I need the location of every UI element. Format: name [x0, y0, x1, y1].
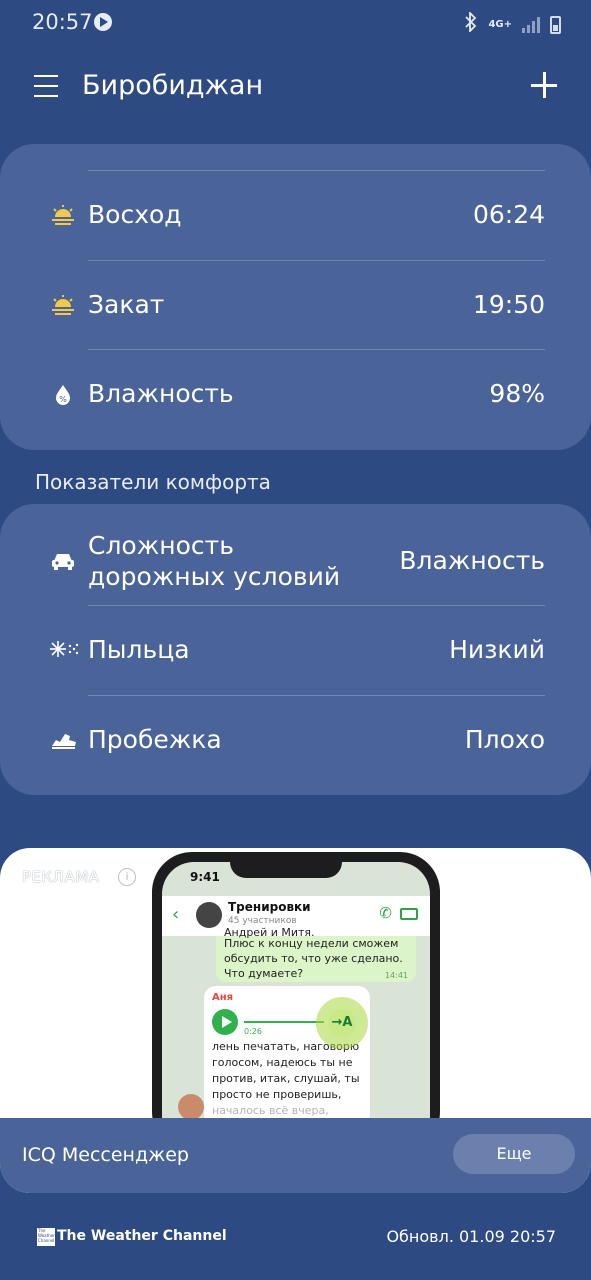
- detail-value: 19:50: [472, 290, 545, 319]
- humidity-drop-icon: %: [50, 382, 76, 408]
- detail-label: Восход: [88, 200, 182, 229]
- detail-value: 06:24: [472, 200, 545, 229]
- ad-transcript-line: против, итак, слушай, ты: [212, 1072, 360, 1085]
- comfort-value: Влажность: [399, 546, 545, 575]
- network-type-label: 4G+: [488, 18, 512, 30]
- detail-label: Закат: [88, 290, 165, 319]
- waveform: [244, 1021, 324, 1023]
- comfort-card: Сложность дорожных условий Влажность Пыл: [0, 504, 591, 795]
- ad-bubble-time: 14:41: [384, 971, 408, 980]
- avatar: [178, 1094, 204, 1120]
- comfort-label-line: Сложность: [88, 531, 234, 560]
- ad-bubble-line: обсудить то, что уже сделано.: [224, 952, 403, 965]
- comfort-section-title: Показатели комфорта: [35, 470, 271, 494]
- ad-voice-message: 0:26 →A: [212, 997, 368, 1049]
- more-button[interactable]: Еще: [453, 1134, 575, 1174]
- ad-phone-time: 9:41: [190, 870, 220, 884]
- bluetooth-icon: [464, 10, 478, 37]
- avatar: [196, 902, 222, 928]
- detail-value: 98%: [489, 379, 545, 408]
- status-time: 20:57: [32, 10, 93, 34]
- comfort-label: Пыльца: [88, 635, 190, 664]
- detail-row-humidity: % Влажность 98%: [0, 350, 591, 440]
- brand-name[interactable]: The Weather Channel: [57, 1228, 227, 1244]
- weather-details-card: Восход 06:24 Закат 19:50 % Влажность 98%: [0, 144, 591, 450]
- battery-icon: [550, 15, 561, 34]
- add-location-button[interactable]: [531, 72, 557, 98]
- phone-call-icon: ✆: [379, 904, 392, 922]
- weather-channel-logo[interactable]: The Weather Channel: [37, 1228, 55, 1246]
- ad-bar: ICQ Мессенджер Еще: [0, 1118, 591, 1193]
- ad-card[interactable]: ‹ Тренировки 45 участников ✆ Плюс к конц…: [0, 848, 591, 1193]
- phone-notch: [230, 852, 342, 878]
- signal-icon: [522, 16, 540, 33]
- transcribe-label: →A: [328, 1009, 356, 1037]
- ad-title[interactable]: ICQ Мессенджер: [22, 1144, 189, 1166]
- comfort-row-road: Сложность дорожных условий Влажность: [0, 526, 591, 604]
- ad-chat-bubble-outgoing: Плюс к концу недели сможем обсудить то, …: [216, 936, 416, 982]
- ad-label: РЕКЛАМА: [22, 868, 100, 886]
- ad-voice-duration: 0:26: [244, 1027, 262, 1036]
- transcribe-icon: →A: [316, 997, 368, 1049]
- info-icon[interactable]: i: [118, 868, 136, 886]
- ad-chat-subtitle: 45 участников: [228, 916, 297, 926]
- comfort-label-road: Сложность дорожных условий: [88, 530, 340, 592]
- running-shoe-icon: [50, 726, 76, 752]
- ad-transcript: лень печатать, наговорю голосом, надеюсь…: [212, 1039, 362, 1119]
- comfort-row-running: Пробежка Плохо: [0, 696, 591, 786]
- status-icons: 4G+: [464, 10, 561, 37]
- ad-phone-screen: ‹ Тренировки 45 участников ✆ Плюс к конц…: [162, 862, 430, 1152]
- car-icon: [50, 548, 76, 574]
- status-bar: 20:57 4G+: [0, 0, 591, 48]
- svg-text:%: %: [59, 395, 67, 404]
- play-icon: [94, 13, 112, 31]
- ad-chat-bubble-incoming: Аня 0:26 →A лень печатать, наговорю голо…: [204, 986, 370, 1126]
- ad-phone-image: ‹ Тренировки 45 участников ✆ Плюс к конц…: [152, 852, 440, 1152]
- sunset-icon: [50, 293, 76, 319]
- pollen-icon: [50, 638, 79, 664]
- back-arrow-icon: ‹: [172, 904, 180, 925]
- ad-transcript-line: голосом, надеюсь ты не: [212, 1056, 353, 1069]
- detail-row-sunrise: Восход 06:24: [0, 171, 591, 261]
- comfort-value: Низкий: [449, 635, 545, 664]
- city-title: Биробиджан: [82, 70, 264, 101]
- ad-chat-name: Тренировки: [228, 900, 311, 914]
- hamburger-icon[interactable]: [34, 75, 58, 97]
- video-call-icon: [400, 908, 418, 920]
- comfort-label-line: дорожных условий: [88, 562, 341, 591]
- comfort-row-pollen: Пыльца Низкий: [0, 606, 591, 696]
- ad-bubble-line: Андрей и Митя.: [224, 926, 315, 939]
- ad-transcript-line: началось всё вчера,: [212, 1104, 329, 1117]
- comfort-value: Плохо: [464, 725, 545, 754]
- app-bar: Биробиджан: [0, 58, 591, 118]
- logo-text-line: Channel: [38, 1238, 55, 1243]
- sunrise-icon: [50, 203, 76, 229]
- footer: The Weather Channel The Weather Channel …: [0, 1222, 591, 1256]
- ad-transcript-line: просто не проверишь,: [212, 1088, 342, 1101]
- last-updated: Обновл. 01.09 20:57: [386, 1227, 556, 1246]
- comfort-label: Пробежка: [88, 725, 222, 754]
- play-icon: [212, 1009, 238, 1035]
- ad-bubble-line: Что думаете?: [224, 967, 304, 980]
- detail-row-sunset: Закат 19:50: [0, 261, 591, 351]
- detail-label: Влажность: [88, 379, 234, 408]
